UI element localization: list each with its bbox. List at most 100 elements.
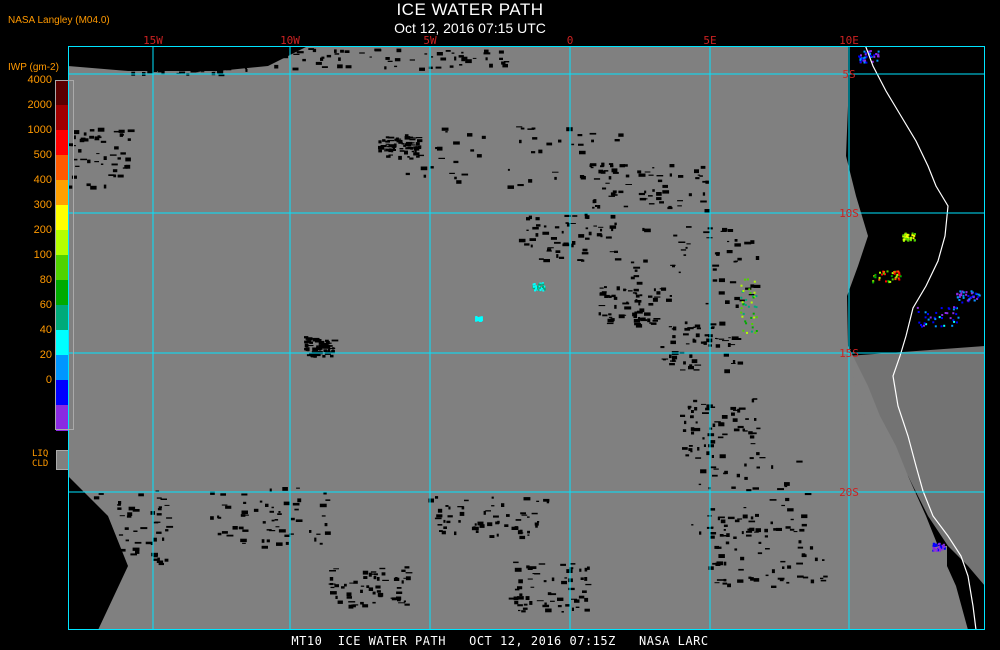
ice-pixel	[911, 234, 914, 237]
clear-sky-pixel	[716, 338, 719, 340]
clear-sky-pixel	[244, 514, 249, 516]
clear-sky-pixel	[571, 607, 574, 611]
clear-sky-pixel	[633, 266, 641, 269]
clear-sky-pixel	[269, 510, 274, 513]
ice-pixel	[942, 543, 945, 546]
footer-caption: MT10 ICE WATER PATH OCT 12, 2016 07:15Z …	[291, 634, 709, 648]
ice-pixel	[744, 320, 747, 323]
clear-sky-pixel	[436, 514, 443, 518]
ice-pixel	[917, 311, 920, 313]
legend-level-label: 200	[33, 224, 52, 236]
clear-sky-pixel	[712, 264, 720, 267]
clear-sky-pixel	[582, 248, 588, 252]
clear-sky-pixel	[382, 139, 386, 142]
clear-sky-pixel	[456, 180, 462, 184]
legend-level-label: 100	[33, 249, 52, 261]
clear-sky-pixel	[83, 132, 87, 136]
clear-sky-pixel	[465, 59, 472, 64]
clear-sky-pixel	[296, 51, 304, 54]
legend-level-label: 2000	[27, 99, 52, 111]
clear-sky-pixel	[334, 53, 337, 55]
clear-sky-pixel	[662, 358, 666, 361]
clear-sky-pixel	[113, 174, 117, 178]
clear-sky-pixel	[334, 584, 339, 588]
clear-sky-pixel	[542, 604, 550, 608]
clear-sky-pixel	[166, 517, 173, 519]
ice-pixel	[947, 307, 950, 310]
clear-sky-pixel	[740, 581, 744, 583]
clear-sky-pixel	[699, 175, 703, 177]
clear-sky-pixel	[378, 149, 382, 153]
ice-pixel	[924, 316, 927, 319]
clear-sky-pixel	[644, 171, 651, 173]
clear-sky-pixel	[118, 534, 124, 536]
clear-sky-pixel	[632, 292, 637, 294]
clear-sky-pixel	[622, 302, 630, 305]
clear-sky-pixel	[489, 535, 495, 538]
ice-pixel	[920, 324, 922, 326]
clear-sky-pixel	[461, 506, 465, 510]
clear-sky-pixel	[379, 567, 386, 570]
clear-sky-pixel	[710, 526, 714, 529]
clear-sky-pixel	[639, 308, 645, 313]
ice-pixel	[751, 326, 754, 329]
ice-pixel	[940, 307, 943, 310]
clear-sky-pixel	[523, 603, 528, 606]
clear-sky-pixel	[315, 339, 322, 343]
clear-sky-pixel	[314, 537, 317, 542]
clear-sky-pixel	[405, 572, 413, 574]
clear-sky-pixel	[127, 129, 135, 133]
clear-sky-pixel	[525, 596, 530, 600]
clear-sky-pixel	[513, 561, 519, 564]
clear-sky-pixel	[740, 556, 745, 561]
clear-sky-pixel	[329, 342, 332, 344]
clear-sky-pixel	[119, 133, 123, 137]
clear-sky-pixel	[623, 205, 629, 208]
clear-sky-pixel	[727, 516, 735, 520]
clear-sky-pixel	[693, 369, 700, 371]
clear-sky-pixel	[735, 304, 739, 308]
clear-sky-pixel	[804, 493, 812, 496]
clear-sky-pixel	[656, 175, 664, 177]
clear-sky-pixel	[162, 537, 165, 541]
clear-sky-pixel	[435, 496, 439, 499]
ice-pixel	[873, 55, 876, 58]
clear-sky-pixel	[274, 519, 279, 521]
ice-pixel	[912, 237, 915, 240]
clear-sky-pixel	[709, 508, 716, 511]
clear-sky-pixel	[683, 361, 686, 365]
clear-sky-pixel	[125, 539, 129, 542]
ice-pixel	[905, 238, 908, 241]
clear-sky-pixel	[820, 579, 827, 582]
clear-sky-pixel	[124, 527, 129, 530]
longitude-label-row: 15W 10W 5W 0 5E 10E	[68, 34, 985, 47]
clear-sky-pixel	[253, 508, 259, 512]
ice-pixel	[962, 296, 965, 299]
clear-sky-pixel	[514, 600, 519, 605]
clear-sky-pixel	[401, 580, 404, 584]
clear-sky-pixel	[134, 541, 142, 544]
clear-sky-pixel	[554, 241, 561, 244]
clear-sky-pixel	[89, 129, 95, 132]
ice-pixel	[965, 291, 968, 294]
clear-sky-pixel	[721, 415, 728, 419]
clear-sky-pixel	[370, 571, 377, 573]
clear-sky-pixel	[138, 493, 144, 497]
clear-sky-pixel	[670, 264, 676, 266]
clear-sky-pixel	[217, 515, 220, 519]
ice-pixel	[914, 233, 916, 236]
clear-sky-pixel	[666, 298, 672, 302]
clear-sky-pixel	[700, 200, 707, 203]
clear-sky-pixel	[294, 508, 299, 511]
clear-sky-pixel	[738, 568, 744, 571]
clear-sky-pixel	[516, 126, 523, 128]
clear-sky-pixel	[801, 514, 808, 519]
ice-pixel	[898, 278, 901, 281]
latitude-label: 5S	[842, 68, 855, 81]
clear-sky-pixel	[156, 531, 162, 534]
clear-sky-pixel	[746, 534, 752, 537]
ice-pixel	[967, 295, 970, 297]
clear-sky-pixel	[633, 318, 641, 323]
ice-pixel	[741, 301, 744, 304]
clear-sky-pixel	[639, 294, 643, 297]
